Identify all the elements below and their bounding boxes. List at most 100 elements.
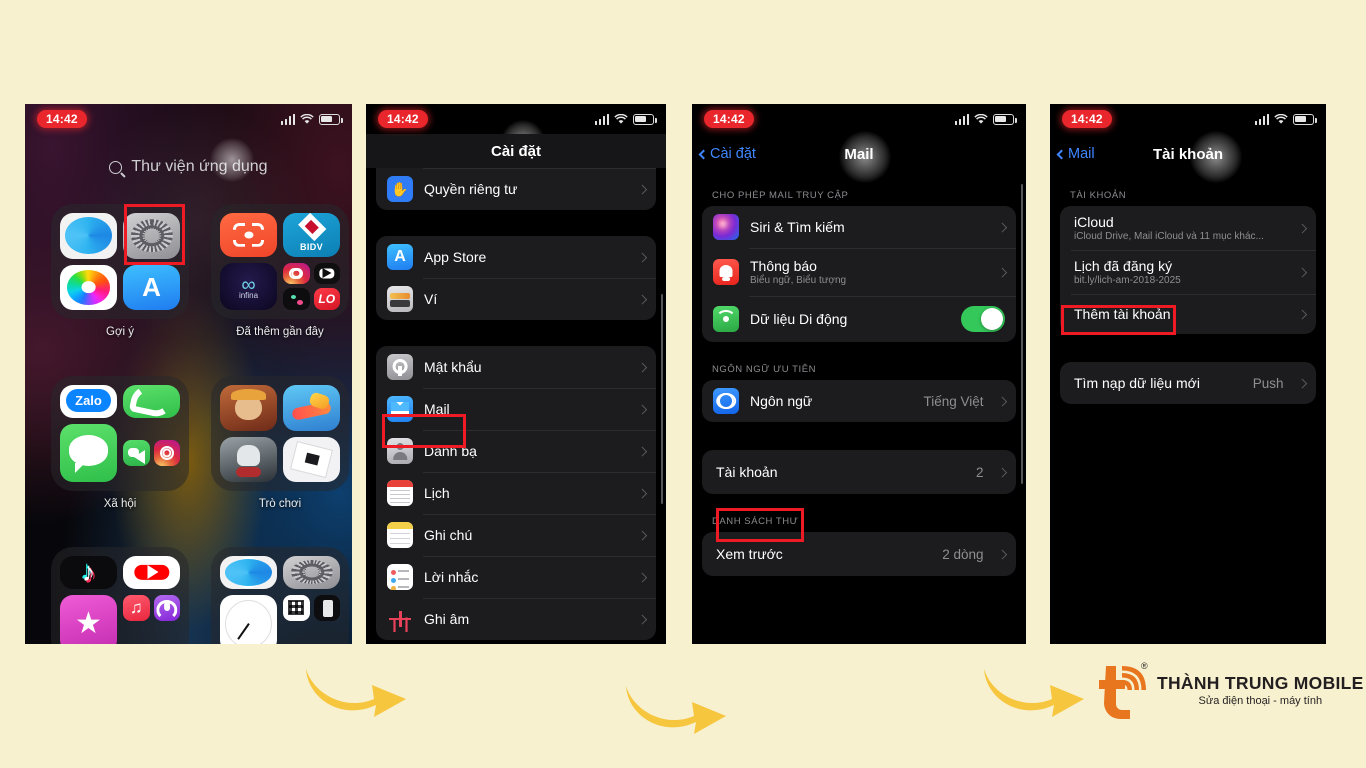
app-icon-bidv[interactable]: BIDV xyxy=(283,213,340,257)
row-label: Ghi âm xyxy=(424,611,470,627)
table-row-passwords[interactable]: Mật khẩu xyxy=(376,346,656,388)
table-row-icloud[interactable]: iCloud iCloud Drive, Mail iCloud và 11 m… xyxy=(1060,206,1316,250)
status-time-4: 14:42 xyxy=(1062,110,1112,128)
table-row-language[interactable]: Ngôn ngữ Tiếng Việt xyxy=(702,380,1016,422)
table-row-notifications[interactable]: Thông báo Biểu ngữ, Biểu tượng xyxy=(702,248,1016,296)
accounts-scroll-area[interactable]: TÀI KHOẢN iCloud iCloud Drive, Mail iClo… xyxy=(1050,176,1326,644)
table-row-reminders[interactable]: Lời nhắc xyxy=(376,556,656,598)
app-icon-clock[interactable] xyxy=(220,594,277,644)
app-icon-infina[interactable]: infina xyxy=(220,262,277,310)
battery-icon xyxy=(1293,113,1317,125)
app-icon-beat[interactable] xyxy=(283,288,310,310)
vertical-scrollbar[interactable] xyxy=(660,294,663,504)
folder-mini-grid-media[interactable] xyxy=(123,594,180,645)
folder-mini-grid-utility[interactable] xyxy=(283,594,340,645)
app-icon-roblox[interactable] xyxy=(283,436,340,482)
battery-icon xyxy=(319,113,343,125)
row-subtitle: iCloud Drive, Mail iCloud và 11 mục khác… xyxy=(1074,231,1264,242)
folder-bottom-right[interactable] xyxy=(211,547,349,644)
table-row-privacy[interactable]: Quyền riêng tư xyxy=(376,168,656,210)
app-icon-phone[interactable] xyxy=(123,385,180,418)
table-row-add-account[interactable]: Thêm tài khoản xyxy=(1060,294,1316,334)
app-icon-photos[interactable] xyxy=(60,264,117,310)
status-icons-4 xyxy=(1254,113,1317,125)
status-icons-2 xyxy=(594,113,657,125)
app-icon-youtube[interactable] xyxy=(123,556,180,589)
row-label: Danh bạ xyxy=(424,443,477,459)
app-icon-free-fire[interactable] xyxy=(220,385,277,431)
page-root: 14:42 Thư viện ứng dụng Gợi ý BI xyxy=(0,0,1366,768)
app-icon-lo[interactable] xyxy=(313,288,340,310)
app-icon-star[interactable] xyxy=(60,594,117,644)
app-icon-calculator[interactable] xyxy=(283,594,310,621)
table-row-cellular-data[interactable]: Dữ liệu Di động xyxy=(702,296,1016,342)
folder-tro-choi[interactable] xyxy=(211,376,349,491)
table-row-subscribed-calendars[interactable]: Lịch đã đăng ký bit.ly/lich-am-2018-2025 xyxy=(1060,250,1316,294)
settings-scroll-area[interactable]: Quyền riêng tư App Store Ví xyxy=(366,168,666,644)
app-icon-safari[interactable] xyxy=(60,213,117,259)
app-library-search-label: Thư viện ứng dụng xyxy=(131,158,268,175)
cellular-signal-icon xyxy=(594,113,609,125)
back-button[interactable]: Mail xyxy=(1056,146,1095,162)
folder-label-xa-hoi: Xã hội xyxy=(103,498,137,510)
app-icon-music[interactable] xyxy=(123,594,150,621)
chevron-left-icon xyxy=(698,149,709,159)
table-row-wallet[interactable]: Ví xyxy=(376,278,656,320)
app-icon-safari-2[interactable] xyxy=(220,556,277,589)
table-row-fetch-new-data[interactable]: Tìm nạp dữ liệu mới Push xyxy=(1060,362,1316,404)
folder-label-da-them-gan-day: Đã thêm gần đây xyxy=(236,326,324,338)
table-row-calendar[interactable]: Lịch xyxy=(376,472,656,514)
app-icon-zombie[interactable] xyxy=(220,436,277,482)
arrow-step-2-to-3 xyxy=(626,686,726,734)
status-time-3: 14:42 xyxy=(704,110,754,128)
back-label: Mail xyxy=(1068,146,1095,162)
chevron-right-icon xyxy=(637,530,647,540)
wifi-icon xyxy=(300,113,314,125)
folder-da-them-gan-day[interactable]: BIDV infina xyxy=(211,204,349,319)
folder-mini-grid-social[interactable] xyxy=(123,424,180,483)
table-row-appstore[interactable]: App Store xyxy=(376,236,656,278)
app-icon-scanner[interactable] xyxy=(220,213,277,257)
section-header-preferred-language: NGÔN NGỮ ƯU TIÊN xyxy=(712,364,817,375)
row-label: App Store xyxy=(424,249,487,265)
app-icon-instagram[interactable] xyxy=(283,262,310,285)
app-icon-instagram-2[interactable] xyxy=(153,439,180,466)
table-row-voicememos[interactable]: Ghi âm xyxy=(376,598,656,640)
app-icon-appstore[interactable] xyxy=(123,264,180,310)
brand-tagline: Sửa điện thoại - máy tính xyxy=(1198,695,1323,707)
mail-scroll-area[interactable]: CHO PHÉP MAIL TRUY CẬP Siri & Tìm kiếm T… xyxy=(692,176,1026,644)
table-row-mail[interactable]: Mail xyxy=(376,388,656,430)
table-row-accounts[interactable]: Tài khoản 2 xyxy=(702,450,1016,494)
row-label: Lời nhắc xyxy=(424,569,479,585)
app-icon-battery[interactable] xyxy=(313,594,340,621)
app-icon-candy-crush[interactable] xyxy=(283,385,340,431)
cellular-data-toggle[interactable] xyxy=(961,306,1005,332)
folder-xa-hoi[interactable] xyxy=(51,376,189,491)
app-icon-settings-2[interactable] xyxy=(283,556,340,589)
table-row-siri-search[interactable]: Siri & Tìm kiếm xyxy=(702,206,1016,248)
back-button[interactable]: Cài đặt xyxy=(698,146,756,162)
folder-bottom-left[interactable] xyxy=(51,547,189,644)
table-row-notes[interactable]: Ghi chú xyxy=(376,514,656,556)
section-header-message-list: DANH SÁCH THƯ xyxy=(712,516,799,527)
app-icon-facetime[interactable] xyxy=(123,439,150,466)
table-row-preview[interactable]: Xem trước 2 dòng xyxy=(702,532,1016,576)
status-time-2: 14:42 xyxy=(378,110,428,128)
appstore-icon xyxy=(387,244,413,270)
vertical-scrollbar[interactable] xyxy=(1020,184,1023,484)
app-icon-messages[interactable] xyxy=(60,423,117,482)
app-icon-youtube-dark[interactable] xyxy=(313,262,340,285)
app-icon-zalo[interactable] xyxy=(60,385,117,418)
app-icon-tiktok[interactable] xyxy=(60,556,117,589)
brand-logo: ® THÀNH TRUNG MOBILE Sửa điện thoại - má… xyxy=(1096,660,1364,720)
app-icon-podcasts[interactable] xyxy=(153,594,180,621)
table-row-contacts[interactable]: Danh bạ xyxy=(376,430,656,472)
page-title: Mail xyxy=(844,145,874,163)
row-label: Dữ liệu Di động xyxy=(750,311,848,327)
app-icon-settings[interactable] xyxy=(123,213,180,259)
cellular-signal-icon xyxy=(1254,113,1269,125)
status-bar-2: 14:42 xyxy=(366,104,666,134)
folder-mini-grid[interactable] xyxy=(283,262,340,310)
folder-goi-y[interactable] xyxy=(51,204,189,319)
app-library-search-field[interactable]: Thư viện ứng dụng xyxy=(25,158,352,176)
